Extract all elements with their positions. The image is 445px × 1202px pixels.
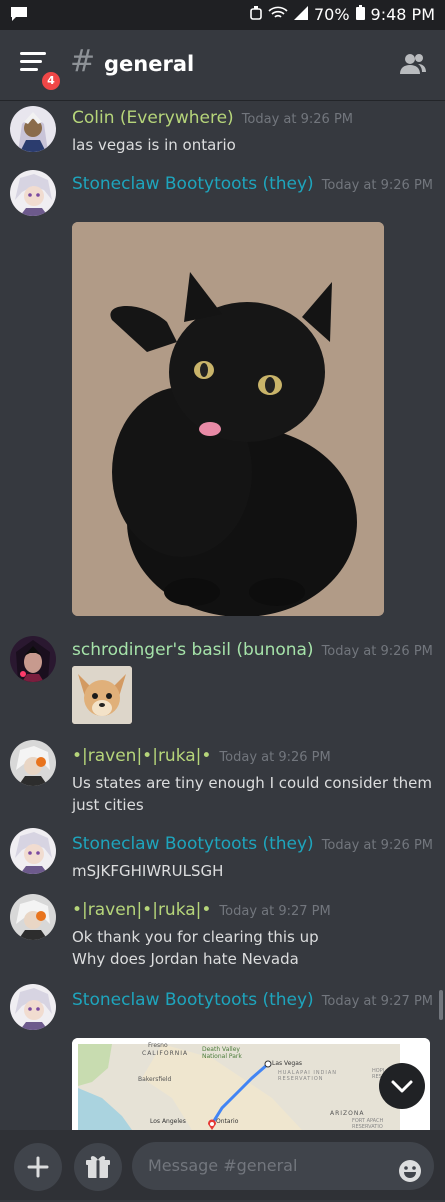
- message-line: Why does Jordan hate Nevada: [72, 950, 299, 968]
- channel-name[interactable]: general: [104, 52, 194, 76]
- plus-icon: [27, 1156, 49, 1178]
- signal-icon: [293, 5, 308, 24]
- username[interactable]: •|raven|•|ruka|•: [72, 900, 211, 920]
- avatar[interactable]: [10, 740, 56, 786]
- map-label-hualapai: HUALAPAI INDIAN RESERVATION: [278, 1070, 337, 1082]
- unread-badge: 4: [40, 70, 62, 92]
- map-label-los-angeles: Los Angeles: [150, 1118, 186, 1125]
- battery-percent: 70%: [313, 5, 350, 24]
- map-label-bakersfield: Bakersfield: [138, 1076, 172, 1083]
- username[interactable]: Stoneclaw Bootytoots (they): [72, 834, 314, 854]
- status-bar: 70% 9:48 PM: [0, 0, 445, 30]
- hamburger-icon-bar: [20, 60, 42, 63]
- chat-notification-icon: [10, 6, 28, 26]
- map-label-fresno: Fresno: [148, 1042, 168, 1049]
- timestamp: Today at 9:27 PM: [321, 994, 434, 1009]
- username[interactable]: schrodinger's basil (bunona): [72, 640, 314, 660]
- username[interactable]: Stoneclaw Bootytoots (they): [72, 174, 314, 194]
- battery-icon: [355, 5, 365, 24]
- message-text: Ok thank you for clearing this up Why do…: [72, 926, 319, 970]
- scroll-to-bottom-button[interactable]: [379, 1063, 425, 1109]
- timestamp: Today at 9:26 PM: [321, 838, 434, 853]
- message-header: Stoneclaw Bootytoots (they) Today at 9:26…: [72, 834, 433, 854]
- map-embed[interactable]: Fresno CALIFORNIA Death Valley National …: [72, 1038, 430, 1130]
- map-label-arizona: ARIZONA: [330, 1110, 365, 1117]
- gift-button[interactable]: [74, 1143, 122, 1191]
- avatar[interactable]: [10, 894, 56, 940]
- map-label-death-valley: Death Valley National Park: [202, 1046, 242, 1060]
- alarm-icon: [250, 5, 262, 24]
- map-label-las-vegas: Las Vegas: [272, 1060, 302, 1067]
- map-label-ontario: Ontario: [216, 1118, 239, 1125]
- timestamp: Today at 9:26 PM: [219, 750, 331, 765]
- wifi-icon: [268, 5, 288, 24]
- hamburger-icon-bar: [20, 68, 38, 71]
- message-composer: Message #general: [0, 1130, 445, 1200]
- hamburger-icon: [20, 52, 46, 55]
- message-line: mSJKFGHIWRULSGH: [72, 862, 224, 880]
- username[interactable]: •|raven|•|ruka|•: [72, 746, 211, 766]
- add-attachment-button[interactable]: [14, 1143, 62, 1191]
- map-label-california: CALIFORNIA: [142, 1050, 189, 1057]
- message-line: Us states are tiny enough I could consid…: [72, 774, 432, 792]
- chevron-down-icon: [391, 1080, 413, 1093]
- map-label-line: National Park: [202, 1053, 242, 1060]
- message-list[interactable]: Colin (Everywhere) Today at 9:26 PM las v…: [0, 100, 445, 1130]
- timestamp: Today at 9:26 PM: [321, 178, 434, 193]
- message-input-placeholder: Message #general: [148, 1156, 298, 1175]
- avatar[interactable]: [10, 984, 56, 1030]
- avatar[interactable]: [10, 106, 56, 152]
- username[interactable]: Colin (Everywhere): [72, 108, 234, 128]
- avatar[interactable]: [10, 828, 56, 874]
- timestamp: Today at 9:26 PM: [241, 112, 353, 127]
- map-label-line: Death Valley: [202, 1046, 240, 1053]
- dog-photo[interactable]: [72, 666, 132, 724]
- message-text: Us states are tiny enough I could consid…: [72, 772, 432, 816]
- channel-header: 4 # general: [0, 30, 445, 100]
- message-header: Stoneclaw Bootytoots (they) Today at 9:26…: [72, 174, 433, 194]
- members-icon[interactable]: [399, 52, 427, 80]
- timestamp: Today at 9:27 PM: [219, 904, 331, 919]
- message-header: •|raven|•|ruka|• Today at 9:26 PM: [72, 746, 331, 766]
- message-line: just cities: [72, 796, 144, 814]
- map-label-fort-apache: FORT APACH RESERVATIO: [352, 1118, 383, 1130]
- emoji-icon[interactable]: [398, 1154, 422, 1202]
- message-line: las vegas is in ontario: [72, 136, 236, 154]
- map-background: [72, 1038, 430, 1130]
- message-header: Stoneclaw Bootytoots (they) Today at 9:27…: [72, 990, 433, 1010]
- clock: 9:48 PM: [370, 5, 435, 24]
- message-text: mSJKFGHIWRULSGH: [72, 860, 223, 882]
- message-header: •|raven|•|ruka|• Today at 9:27 PM: [72, 900, 331, 920]
- message-header: schrodinger's basil (bunona) Today at 9:2…: [72, 640, 433, 660]
- cat-photo[interactable]: [72, 222, 384, 616]
- map-label-line: RESERVATION: [278, 1076, 324, 1082]
- message-text: las vegas is in ontario: [72, 134, 236, 156]
- scrollbar[interactable]: [439, 990, 443, 1020]
- timestamp: Today at 9:26 PM: [321, 644, 433, 659]
- username[interactable]: Stoneclaw Bootytoots (they): [72, 990, 314, 1010]
- gift-icon: [86, 1156, 110, 1178]
- message-header: Colin (Everywhere) Today at 9:26 PM: [72, 108, 353, 128]
- channel-hash-icon: #: [70, 44, 96, 79]
- avatar[interactable]: [10, 636, 56, 682]
- message-input[interactable]: Message #general: [132, 1142, 434, 1190]
- message-line: Ok thank you for clearing this up: [72, 928, 319, 946]
- avatar[interactable]: [10, 170, 56, 216]
- menu-button[interactable]: [20, 52, 46, 74]
